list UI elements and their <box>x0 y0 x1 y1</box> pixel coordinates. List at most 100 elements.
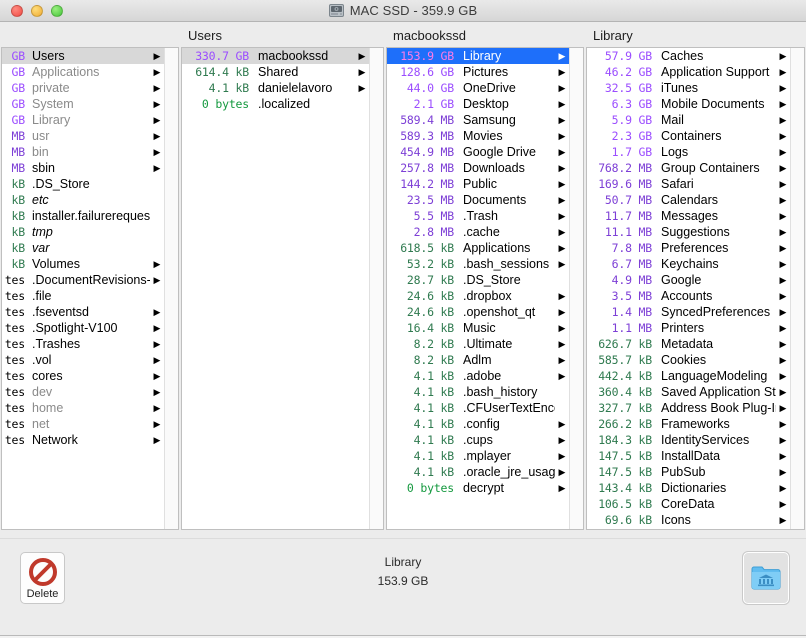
disclosure-arrow-icon[interactable]: ▶ <box>776 96 790 112</box>
file-row[interactable]: 5.5 MB .Trash ▶ <box>387 208 569 224</box>
file-row[interactable]: 589.3 MB Movies ▶ <box>387 128 569 144</box>
file-row[interactable]: 147.5 kB InstallData ▶ <box>587 448 790 464</box>
disclosure-arrow-icon[interactable]: ▶ <box>776 480 790 496</box>
file-row[interactable]: 1.7 GB Logs ▶ <box>587 144 790 160</box>
disclosure-arrow-icon[interactable]: ▶ <box>776 416 790 432</box>
file-row[interactable]: 0 bytes decrypt ▶ <box>387 480 569 496</box>
disclosure-arrow-icon[interactable]: ▶ <box>150 352 164 368</box>
disclosure-arrow-icon[interactable]: ▶ <box>555 416 569 432</box>
disclosure-arrow-icon[interactable]: ▶ <box>150 400 164 416</box>
file-row[interactable]: 614.4 kB Shared ▶ <box>182 64 369 80</box>
file-row[interactable]: 11.1 MB Suggestions ▶ <box>587 224 790 240</box>
disclosure-arrow-icon[interactable]: ▶ <box>555 112 569 128</box>
file-row[interactable]: kBvar▶ <box>2 240 164 256</box>
file-row[interactable]: 184.3 kB IdentityServices ▶ <box>587 432 790 448</box>
disclosure-arrow-icon[interactable]: ▶ <box>776 224 790 240</box>
disclosure-arrow-icon[interactable]: ▶ <box>555 320 569 336</box>
disclosure-arrow-icon[interactable]: ▶ <box>555 448 569 464</box>
file-row[interactable]: 6.7 MB Keychains ▶ <box>587 256 790 272</box>
disclosure-arrow-icon[interactable]: ▶ <box>355 48 369 64</box>
file-row[interactable]: 585.7 kB Cookies ▶ <box>587 352 790 368</box>
file-row[interactable]: MB bin ▶ <box>2 144 164 160</box>
file-row[interactable]: 4.9 MB Google ▶ <box>587 272 790 288</box>
disclosure-arrow-icon[interactable]: ▶ <box>776 464 790 480</box>
disclosure-arrow-icon[interactable]: ▶ <box>555 64 569 80</box>
maximize-window-button[interactable] <box>51 4 63 17</box>
file-row[interactable]: 144.2 MB Public ▶ <box>387 176 569 192</box>
file-row[interactable]: kBtmp▶ <box>2 224 164 240</box>
disclosure-arrow-icon[interactable]: ▶ <box>555 224 569 240</box>
file-row[interactable]: GB Applications ▶ <box>2 64 164 80</box>
disclosure-arrow-icon[interactable]: ▶ <box>776 272 790 288</box>
disclosure-arrow-icon[interactable]: ▶ <box>776 80 790 96</box>
file-row[interactable]: 4.1 kB.CFUserTextEncoding▶ <box>387 400 569 416</box>
file-row[interactable]: tes Network ▶ <box>2 432 164 448</box>
file-list-macbookssd[interactable]: 153.9 GB Library ▶ 128.6 GB Pictures ▶ 44.0 GB… <box>387 48 569 529</box>
file-row[interactable]: 2.1 GB Desktop ▶ <box>387 96 569 112</box>
file-row[interactable]: 4.1 kB .config ▶ <box>387 416 569 432</box>
file-row[interactable]: GB Users ▶ <box>2 48 164 64</box>
disclosure-arrow-icon[interactable]: ▶ <box>555 176 569 192</box>
disclosure-arrow-icon[interactable]: ▶ <box>776 176 790 192</box>
minimize-window-button[interactable] <box>31 4 43 17</box>
disclosure-arrow-icon[interactable]: ▶ <box>150 336 164 352</box>
file-row[interactable]: tes dev ▶ <box>2 384 164 400</box>
disclosure-arrow-icon[interactable]: ▶ <box>776 112 790 128</box>
file-row[interactable]: 24.6 kB .openshot_qt ▶ <box>387 304 569 320</box>
file-list-library[interactable]: 57.9 GB Caches ▶ 46.2 GB Application Support… <box>587 48 790 529</box>
disclosure-arrow-icon[interactable]: ▶ <box>355 64 369 80</box>
disclosure-arrow-icon[interactable]: ▶ <box>776 48 790 64</box>
file-row[interactable]: 147.5 kB PubSub ▶ <box>587 464 790 480</box>
disclosure-arrow-icon[interactable]: ▶ <box>150 160 164 176</box>
file-row[interactable]: 1.1 MB Printers ▶ <box>587 320 790 336</box>
file-row[interactable]: 5.9 GB Mail ▶ <box>587 112 790 128</box>
disclosure-arrow-icon[interactable]: ▶ <box>776 256 790 272</box>
disclosure-arrow-icon[interactable]: ▶ <box>776 192 790 208</box>
file-row[interactable]: tes .Spotlight-V100 ▶ <box>2 320 164 336</box>
file-row[interactable]: 454.9 MB Google Drive ▶ <box>387 144 569 160</box>
file-list-root[interactable]: GB Users ▶ GB Applications ▶ GB private ▶ GB Syste… <box>2 48 164 529</box>
disclosure-arrow-icon[interactable]: ▶ <box>150 128 164 144</box>
vertical-scrollbar-users[interactable] <box>369 48 383 529</box>
disclosure-arrow-icon[interactable]: ▶ <box>555 80 569 96</box>
disclosure-arrow-icon[interactable]: ▶ <box>776 64 790 80</box>
disclosure-arrow-icon[interactable]: ▶ <box>776 240 790 256</box>
file-row[interactable]: kB Volumes ▶ <box>2 256 164 272</box>
disclosure-arrow-icon[interactable]: ▶ <box>355 80 369 96</box>
disclosure-arrow-icon[interactable]: ▶ <box>776 496 790 512</box>
disclosure-arrow-icon[interactable]: ▶ <box>776 288 790 304</box>
file-row[interactable]: kBinstaller.failurerequests▶ <box>2 208 164 224</box>
disclosure-arrow-icon[interactable]: ▶ <box>555 256 569 272</box>
disclosure-arrow-icon[interactable]: ▶ <box>555 464 569 480</box>
disclosure-arrow-icon[interactable]: ▶ <box>776 448 790 464</box>
file-row[interactable]: 46.2 GB Application Support ▶ <box>587 64 790 80</box>
vertical-scrollbar-root[interactable] <box>164 48 178 529</box>
file-row[interactable]: tes .vol ▶ <box>2 352 164 368</box>
disclosure-arrow-icon[interactable]: ▶ <box>776 368 790 384</box>
file-row[interactable]: 7.8 MB Preferences ▶ <box>587 240 790 256</box>
file-row[interactable]: 589.4 MB Samsung ▶ <box>387 112 569 128</box>
disclosure-arrow-icon[interactable]: ▶ <box>150 416 164 432</box>
disclosure-arrow-icon[interactable]: ▶ <box>776 384 790 400</box>
file-row[interactable]: MB sbin ▶ <box>2 160 164 176</box>
file-row[interactable]: tes cores ▶ <box>2 368 164 384</box>
disclosure-arrow-icon[interactable]: ▶ <box>150 256 164 272</box>
file-row[interactable]: 618.5 kB Applications ▶ <box>387 240 569 256</box>
file-row[interactable]: tes home ▶ <box>2 400 164 416</box>
file-row[interactable]: 327.7 kB Address Book Plug-Ins ▶ <box>587 400 790 416</box>
disclosure-arrow-icon[interactable]: ▶ <box>555 240 569 256</box>
file-row[interactable]: 266.2 kB Frameworks ▶ <box>587 416 790 432</box>
disclosure-arrow-icon[interactable]: ▶ <box>776 128 790 144</box>
file-row[interactable]: 330.7 GB macbookssd ▶ <box>182 48 369 64</box>
disclosure-arrow-icon[interactable]: ▶ <box>776 320 790 336</box>
disclosure-arrow-icon[interactable]: ▶ <box>150 432 164 448</box>
file-row[interactable]: 2.3 GB Containers ▶ <box>587 128 790 144</box>
disclosure-arrow-icon[interactable]: ▶ <box>555 128 569 144</box>
disclosure-arrow-icon[interactable]: ▶ <box>150 304 164 320</box>
file-row[interactable]: 3.5 MB Accounts ▶ <box>587 288 790 304</box>
disclosure-arrow-icon[interactable]: ▶ <box>150 144 164 160</box>
file-row[interactable]: 6.3 GB Mobile Documents ▶ <box>587 96 790 112</box>
disclosure-arrow-icon[interactable]: ▶ <box>150 96 164 112</box>
target-folder-button[interactable] <box>742 551 790 605</box>
disclosure-arrow-icon[interactable]: ▶ <box>150 48 164 64</box>
